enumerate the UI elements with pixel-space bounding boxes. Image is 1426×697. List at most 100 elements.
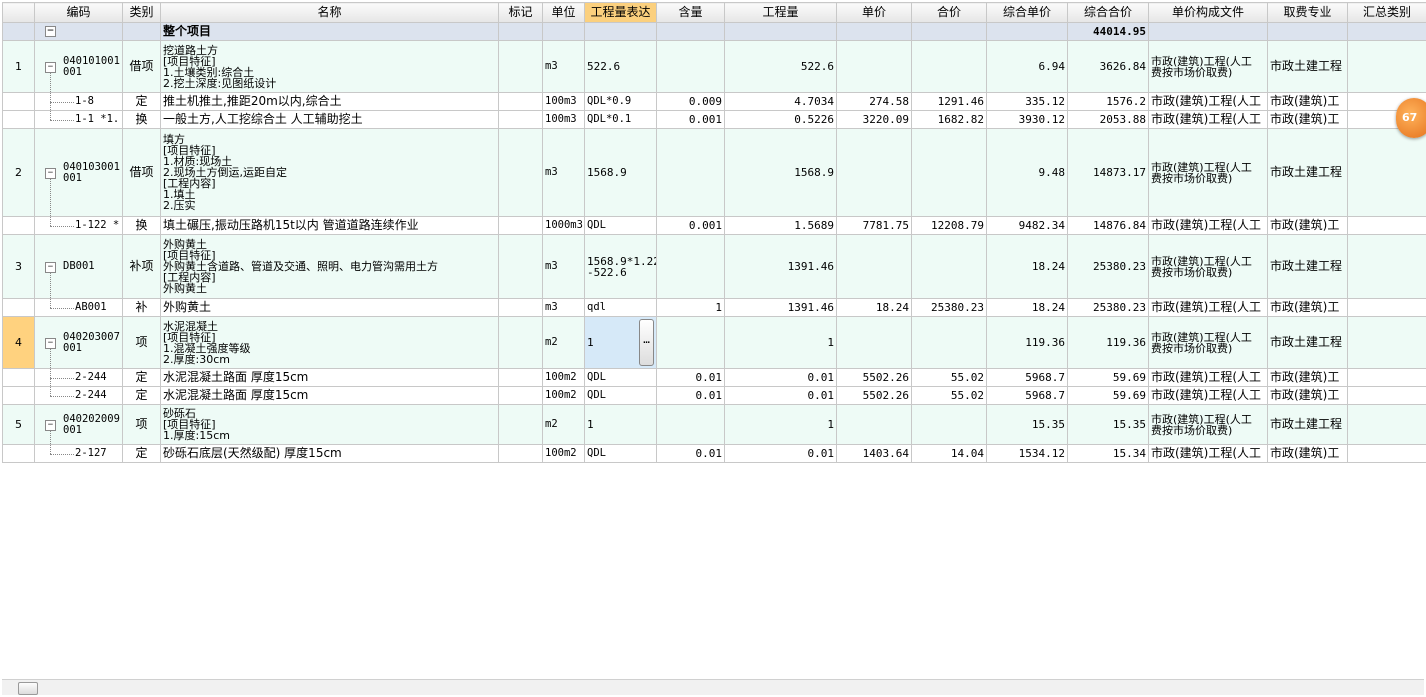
row-number[interactable] bbox=[2, 386, 35, 405]
item-quantity[interactable]: 522.6 bbox=[724, 40, 837, 93]
item-type[interactable]: 补项 bbox=[122, 234, 161, 299]
item-code[interactable]: −040101001 001 bbox=[34, 40, 123, 93]
quota-mark[interactable] bbox=[498, 386, 543, 405]
quota-mark[interactable] bbox=[498, 298, 543, 317]
quota-expression[interactable]: QDL bbox=[584, 216, 657, 235]
item-price-file[interactable]: 市政(建筑)工程(人工 费按市场价取费) bbox=[1148, 316, 1268, 369]
item-unit[interactable]: m3 bbox=[542, 234, 585, 299]
cell[interactable] bbox=[986, 22, 1068, 41]
quota-composite-unit-price[interactable]: 18.24 bbox=[986, 298, 1068, 317]
quota-price-file[interactable]: 市政(建筑)工程(人工 bbox=[1148, 444, 1268, 463]
col-header[interactable]: 工程量 bbox=[724, 2, 837, 23]
quota-mark[interactable] bbox=[498, 216, 543, 235]
quota-fee-major[interactable]: 市政(建筑)工 bbox=[1267, 110, 1348, 129]
quota-composite-unit-price[interactable]: 335.12 bbox=[986, 92, 1068, 111]
item-summary-category[interactable] bbox=[1347, 404, 1426, 445]
quota-composite-total[interactable]: 59.69 bbox=[1067, 368, 1149, 387]
quota-content[interactable]: 1 bbox=[656, 298, 725, 317]
item-summary-category[interactable] bbox=[1347, 40, 1426, 93]
item-quantity-expression[interactable]: 1568.9 bbox=[584, 128, 657, 217]
item-fee-major[interactable]: 市政土建工程 bbox=[1267, 316, 1348, 369]
quota-composite-total[interactable]: 2053.88 bbox=[1067, 110, 1149, 129]
quota-amount[interactable]: 1682.82 bbox=[911, 110, 987, 129]
bill-item-row[interactable]: 2−040103001 001 借项 填方 [项目特征] 1.材质:现场土 2.现场… bbox=[2, 128, 1426, 217]
quota-expression[interactable]: QDL bbox=[584, 444, 657, 463]
cell[interactable] bbox=[836, 22, 912, 41]
item-amount[interactable] bbox=[911, 404, 987, 445]
quota-fee-major[interactable]: 市政(建筑)工 bbox=[1267, 368, 1348, 387]
cell[interactable] bbox=[498, 22, 543, 41]
quota-quantity[interactable]: 0.01 bbox=[724, 368, 837, 387]
row-number[interactable] bbox=[2, 298, 35, 317]
quota-mark[interactable] bbox=[498, 444, 543, 463]
quota-summary-category[interactable] bbox=[1347, 298, 1426, 317]
quota-row[interactable]: 1-122 * 换填土碾压,振动压路机15t以内 管道道路连续作业 1000m3 QD… bbox=[2, 216, 1426, 235]
quota-row[interactable]: 2-244 定水泥混凝土路面 厚度15cm 100m2 QDL 0.01 0.01 5502… bbox=[2, 368, 1426, 387]
item-fee-major[interactable]: 市政土建工程 bbox=[1267, 404, 1348, 445]
collapse-icon[interactable]: − bbox=[45, 26, 56, 37]
item-amount[interactable] bbox=[911, 316, 987, 369]
cell[interactable] bbox=[1267, 22, 1348, 41]
quota-composite-total[interactable]: 59.69 bbox=[1067, 386, 1149, 405]
quota-composite-unit-price[interactable]: 5968.7 bbox=[986, 386, 1068, 405]
quota-name[interactable]: 水泥混凝土路面 厚度15cm bbox=[160, 368, 499, 387]
root-label[interactable]: 整个项目 bbox=[160, 22, 499, 41]
root-total[interactable]: 44014.95 bbox=[1067, 22, 1149, 41]
quota-unit-price[interactable]: 7781.75 bbox=[836, 216, 912, 235]
quota-quantity[interactable]: 1.5689 bbox=[724, 216, 837, 235]
quota-mark[interactable] bbox=[498, 368, 543, 387]
item-unit-price[interactable] bbox=[836, 40, 912, 93]
col-header[interactable]: 名称 bbox=[160, 2, 499, 23]
item-content[interactable] bbox=[656, 316, 725, 369]
cell[interactable] bbox=[656, 22, 725, 41]
quota-name[interactable]: 填土碾压,振动压路机15t以内 管道道路连续作业 bbox=[160, 216, 499, 235]
bill-item-row[interactable]: 5−040202009 001 项砂砾石 [项目特征] 1.厚度:15cm m2 1 1… bbox=[2, 404, 1426, 445]
item-quantity[interactable]: 1 bbox=[724, 404, 837, 445]
col-header[interactable]: 综合单价 bbox=[986, 2, 1068, 23]
quota-unit[interactable]: m3 bbox=[542, 298, 585, 317]
item-mark[interactable] bbox=[498, 316, 543, 369]
quota-name[interactable]: 一般土方,人工挖综合土 人工辅助挖土 bbox=[160, 110, 499, 129]
item-amount[interactable] bbox=[911, 40, 987, 93]
collapse-icon[interactable]: − bbox=[45, 167, 56, 179]
quota-code[interactable]: 1-1 *1. bbox=[34, 110, 123, 129]
quota-composite-total[interactable]: 15.34 bbox=[1067, 444, 1149, 463]
quota-price-file[interactable]: 市政(建筑)工程(人工 bbox=[1148, 368, 1268, 387]
quota-unit-price[interactable]: 5502.26 bbox=[836, 386, 912, 405]
col-header[interactable]: 类别 bbox=[122, 2, 161, 23]
item-quantity[interactable]: 1391.46 bbox=[724, 234, 837, 299]
row-number[interactable] bbox=[2, 216, 35, 235]
item-code[interactable]: −040203007 001 bbox=[34, 316, 123, 369]
quota-code[interactable]: AB001 bbox=[34, 298, 123, 317]
col-header[interactable]: 编码 bbox=[34, 2, 123, 23]
cell[interactable] bbox=[724, 22, 837, 41]
item-composite-total[interactable]: 3626.84 bbox=[1067, 40, 1149, 93]
item-mark[interactable] bbox=[498, 128, 543, 217]
quota-composite-unit-price[interactable]: 9482.34 bbox=[986, 216, 1068, 235]
quota-fee-major[interactable]: 市政(建筑)工 bbox=[1267, 298, 1348, 317]
row-number[interactable]: 1 bbox=[2, 40, 35, 93]
quota-fee-major[interactable]: 市政(建筑)工 bbox=[1267, 216, 1348, 235]
scrollbar-thumb[interactable] bbox=[18, 682, 38, 695]
item-summary-category[interactable] bbox=[1347, 316, 1426, 369]
item-type[interactable]: 借项 bbox=[122, 40, 161, 93]
item-mark[interactable] bbox=[498, 404, 543, 445]
item-quantity[interactable]: 1 bbox=[724, 316, 837, 369]
item-unit-price[interactable] bbox=[836, 234, 912, 299]
item-mark[interactable] bbox=[498, 234, 543, 299]
item-composite-unit-price[interactable]: 119.36 bbox=[986, 316, 1068, 369]
item-code[interactable]: − DB001 bbox=[34, 234, 123, 299]
quota-amount[interactable]: 55.02 bbox=[911, 386, 987, 405]
item-quantity-expression[interactable]: 1568.9*1.22 -522.6 bbox=[584, 234, 657, 299]
quota-price-file[interactable]: 市政(建筑)工程(人工 bbox=[1148, 298, 1268, 317]
cell[interactable] bbox=[1347, 22, 1426, 41]
item-unit[interactable]: m3 bbox=[542, 128, 585, 217]
quota-quantity[interactable]: 0.5226 bbox=[724, 110, 837, 129]
quota-code[interactable]: 1-8 bbox=[34, 92, 123, 111]
quota-composite-unit-price[interactable]: 5968.7 bbox=[986, 368, 1068, 387]
item-composite-total[interactable]: 25380.23 bbox=[1067, 234, 1149, 299]
col-header[interactable]: 含量 bbox=[656, 2, 725, 23]
item-price-file[interactable]: 市政(建筑)工程(人工 费按市场价取费) bbox=[1148, 234, 1268, 299]
quota-unit[interactable]: 100m2 bbox=[542, 386, 585, 405]
item-summary-category[interactable] bbox=[1347, 234, 1426, 299]
